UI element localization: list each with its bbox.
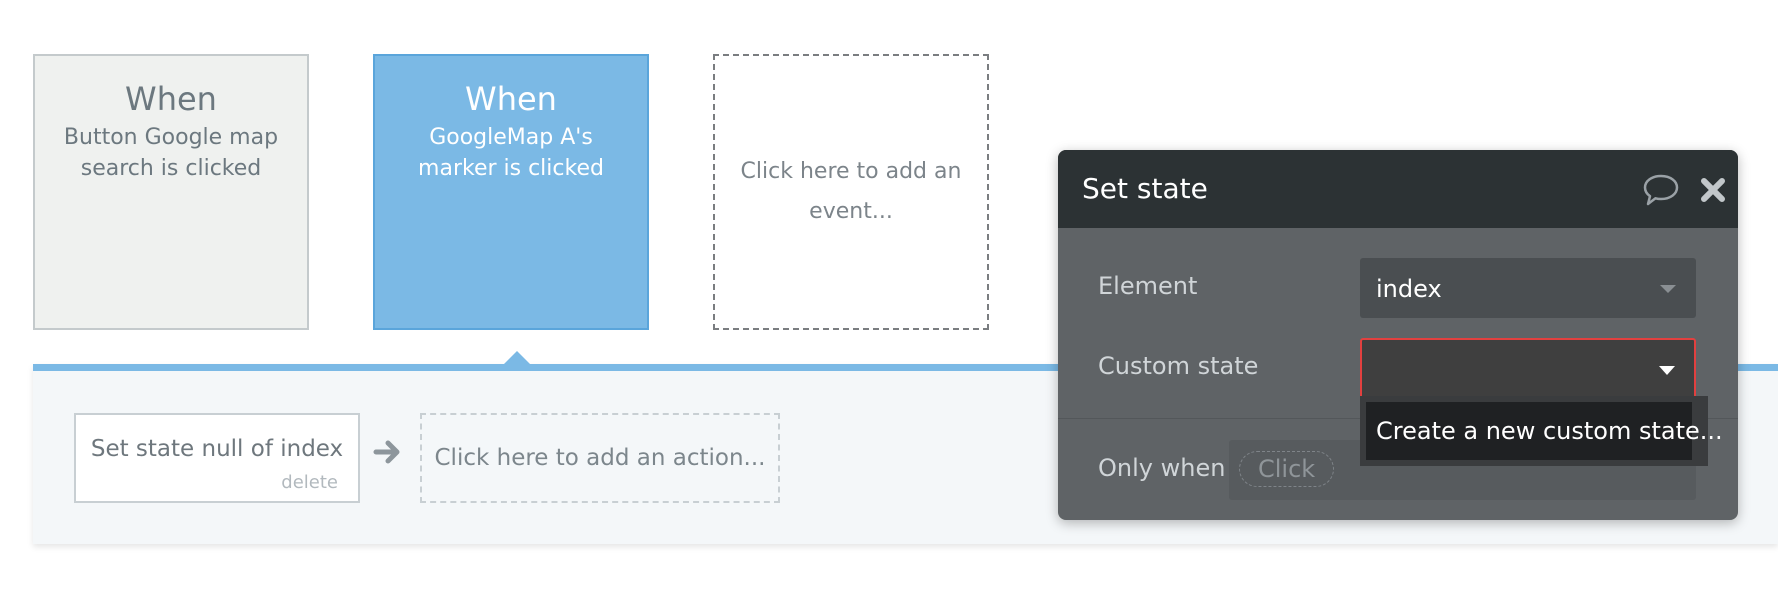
dropdown-option-create-custom-state[interactable]: Create a new custom state... (1366, 402, 1723, 460)
event-card-marker-clicked-selected[interactable]: When GoogleMap A's marker is clicked (373, 54, 649, 330)
add-event-label: Click here to add an event... (740, 159, 962, 224)
action-card-set-state[interactable]: Set state null of index delete (74, 413, 360, 503)
add-action-label: Click here to add an action... (434, 445, 766, 471)
add-event-placeholder[interactable]: Click here to add an event... (713, 54, 989, 330)
custom-state-dropdown-menu: Create a new custom state... (1360, 396, 1723, 466)
arrow-right-icon (373, 440, 400, 464)
comment-icon[interactable] (1642, 173, 1680, 207)
event-description: GoogleMap A's marker is clicked (418, 125, 604, 181)
event-description: Button Google map search is clicked (63, 125, 279, 181)
close-icon[interactable] (1700, 177, 1726, 203)
custom-state-dropdown[interactable] (1360, 338, 1696, 400)
only-when-label: Only when (1098, 454, 1226, 482)
action-delete-link[interactable]: delete (281, 472, 338, 493)
event-title: When (465, 80, 557, 118)
action-label: Set state null of index (90, 436, 344, 462)
chevron-down-icon (1659, 366, 1675, 375)
element-dropdown[interactable]: index (1360, 258, 1696, 318)
only-when-click-chip[interactable]: Click (1239, 451, 1335, 487)
panel-header: Set state (1058, 150, 1738, 228)
panel-title: Set state (1082, 172, 1208, 205)
selected-event-pointer (503, 351, 531, 365)
element-dropdown-value: index (1376, 275, 1442, 303)
event-title: When (125, 80, 217, 118)
event-card-button-search-clicked[interactable]: When Button Google map search is clicked (33, 54, 309, 330)
add-action-placeholder[interactable]: Click here to add an action... (420, 413, 780, 503)
element-field-label: Element (1098, 272, 1198, 300)
custom-state-field-label: Custom state (1098, 352, 1259, 380)
chevron-down-icon (1660, 285, 1676, 293)
